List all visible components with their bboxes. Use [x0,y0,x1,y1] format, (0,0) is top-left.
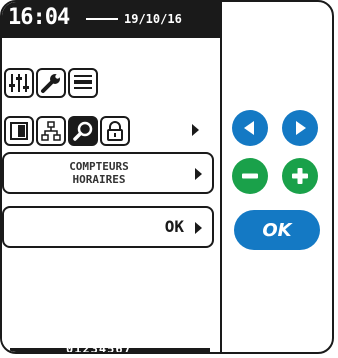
clock-date: 19/10/16 [124,12,182,26]
status-bar: 16:04 19/10/16 [2,2,220,38]
lock-icon[interactable] [100,116,130,146]
list-icon[interactable] [68,68,98,98]
sliders-icon[interactable] [4,68,34,98]
status-separator [86,18,118,20]
plus-button[interactable] [282,158,318,194]
more-icons-arrow-icon [192,124,199,136]
footer-bar: 01234567 [10,348,210,352]
arrow-left-icon [244,121,254,135]
menu-entry-label-line1: COMPTEURS [69,160,129,173]
arrow-right-icon [296,121,306,135]
menu-entry-compteurs-horaires[interactable]: COMPTEURS HORAIRES [2,152,214,194]
plus-icon [292,168,308,184]
arrow-right-button[interactable] [282,110,318,146]
lcd-screen: 16:04 19/10/16 COMPTEURS HORAIRES OK [2,2,222,352]
minus-icon [242,173,258,179]
menu-entry-ok[interactable]: OK [2,206,214,248]
magnifier-icon[interactable] [68,116,98,146]
device-frame: 16:04 19/10/16 COMPTEURS HORAIRES OK OK [0,0,334,354]
chevron-right-icon [195,168,202,180]
arrow-left-button[interactable] [232,110,268,146]
network-icon[interactable] [36,116,66,146]
minus-button[interactable] [232,158,268,194]
menu-entry-label: COMPTEURS HORAIRES [24,160,174,186]
menu-entry-label-line2: HORAIRES [72,173,126,186]
footer-code: 01234567 [66,348,132,352]
ok-button[interactable]: OK [234,210,320,250]
clock-time: 16:04 [8,5,70,30]
menu-entry-ok-label: OK [164,217,184,236]
wrench-icon[interactable] [36,68,66,98]
chevron-right-icon [195,222,202,234]
panel-icon[interactable] [4,116,34,146]
